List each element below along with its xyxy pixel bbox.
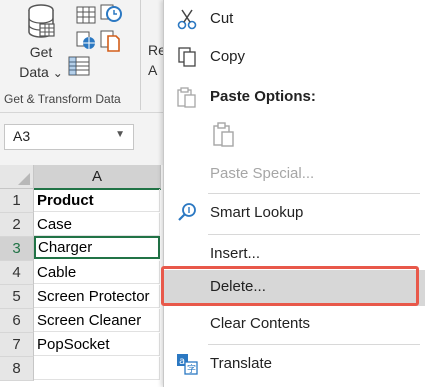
get-data-label-line2: Data: [19, 64, 49, 80]
copy-icon: [178, 47, 196, 67]
menu-item-copy[interactable]: Copy: [164, 40, 425, 76]
table-icon[interactable]: [76, 6, 96, 24]
svg-text:a: a: [179, 356, 185, 367]
database-icon: [28, 4, 55, 38]
scissors-icon: [177, 9, 197, 30]
menu-item-smart-lookup[interactable]: Smart Lookup: [164, 196, 425, 232]
cell-a2[interactable]: Case: [34, 213, 160, 236]
clock-icon[interactable]: [100, 2, 122, 24]
row-header[interactable]: 6: [0, 309, 34, 333]
cell-a8[interactable]: [34, 357, 160, 380]
cell-a7[interactable]: PopSocket: [34, 333, 160, 356]
context-menu: Cut Copy Paste Options: Paste Special...…: [163, 0, 425, 387]
translate-icon: a 字: [177, 354, 198, 375]
menu-label-smart-lookup: Smart Lookup: [210, 204, 304, 221]
menu-item-clear-contents[interactable]: Clear Contents: [164, 307, 425, 343]
menu-label-insert: Insert...: [210, 245, 261, 262]
name-box-value: A3: [13, 128, 31, 144]
menu-divider: [208, 193, 420, 194]
row-header[interactable]: 5: [0, 285, 34, 309]
paste-clipboard-icon[interactable]: [212, 122, 236, 148]
row-header[interactable]: 7: [0, 333, 34, 357]
file-icon[interactable]: [100, 30, 120, 52]
cell-a6[interactable]: Screen Cleaner: [34, 309, 160, 332]
row-header[interactable]: 1: [0, 189, 34, 213]
cell-a4[interactable]: Cable: [34, 261, 160, 284]
clipboard-icon: [177, 87, 196, 108]
grid-icon[interactable]: [68, 56, 90, 76]
highlight-annotation-frame: [161, 266, 419, 306]
cell-a1[interactable]: Product: [34, 189, 160, 212]
ribbon-partial-label-2: A: [148, 62, 158, 78]
row-header[interactable]: 4: [0, 261, 34, 285]
dropdown-arrow-icon[interactable]: ▼: [115, 129, 125, 140]
select-all-corner[interactable]: [0, 165, 34, 189]
name-box[interactable]: A3 ▼: [4, 124, 134, 150]
column-header-a[interactable]: A: [34, 165, 161, 190]
menu-label-paste-options: Paste Options:: [210, 88, 316, 105]
triangle-icon: [18, 173, 30, 185]
menu-label-paste-special: Paste Special...: [210, 165, 315, 182]
row-header[interactable]: 8: [0, 357, 34, 381]
cell-a3-selected[interactable]: Charger: [34, 236, 160, 259]
menu-item-paste-options: Paste Options:: [164, 80, 425, 116]
cell-a5[interactable]: Screen Protector: [34, 285, 160, 308]
menu-label-translate: Translate: [210, 355, 272, 372]
menu-label-clear-contents: Clear Contents: [210, 315, 311, 332]
search-icon: [178, 203, 196, 221]
get-data-button[interactable]: Get Data ⌄: [12, 2, 72, 86]
menu-item-paste-special[interactable]: Paste Special...: [164, 157, 425, 193]
ribbon-divider: [140, 0, 141, 110]
chevron-down-icon: ⌄: [52, 66, 63, 80]
menu-label-cut: Cut: [210, 10, 234, 27]
row-header[interactable]: 2: [0, 213, 34, 237]
globe-icon[interactable]: [76, 31, 96, 51]
group-label-get-transform: Get & Transform Data: [4, 92, 121, 106]
menu-item-cut[interactable]: Cut: [164, 2, 425, 38]
menu-divider: [208, 234, 420, 235]
svg-text:字: 字: [187, 363, 196, 375]
menu-label-copy: Copy: [210, 48, 246, 65]
menu-item-translate[interactable]: a 字 Translate: [164, 347, 425, 383]
row-header[interactable]: 3: [0, 237, 34, 261]
menu-divider: [208, 344, 420, 345]
get-data-label-line1: Get: [29, 44, 53, 60]
